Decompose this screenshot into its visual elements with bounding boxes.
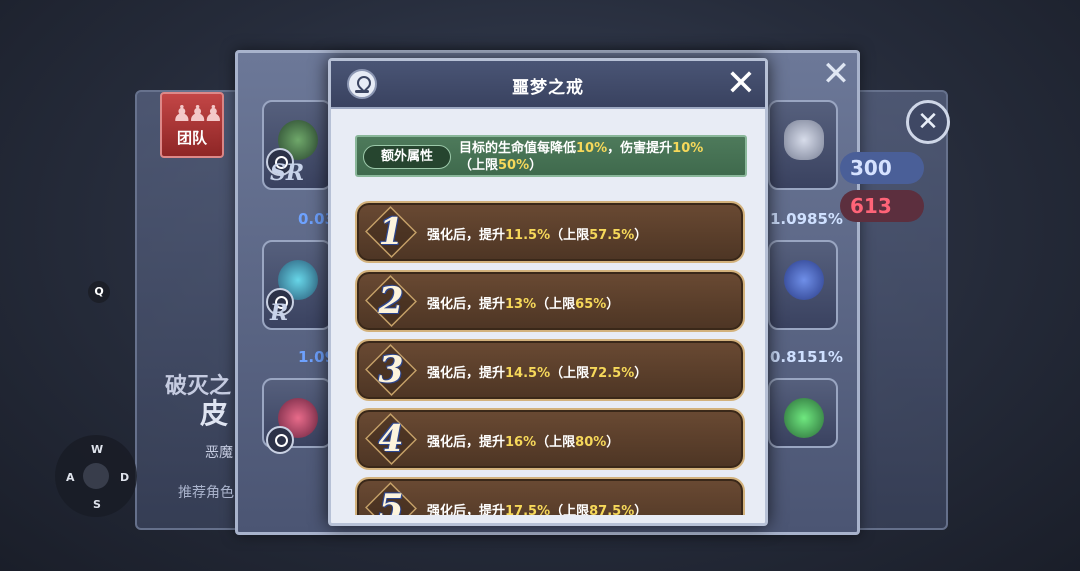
level-cap: 80%: [575, 435, 607, 450]
equipment-value: 1.0985%: [770, 210, 843, 228]
key-s-label: S: [93, 498, 101, 511]
equipment-panel-close-icon[interactable]: ✕: [818, 56, 854, 92]
level-cap-prefix: （上限: [550, 504, 590, 515]
item-detail-dialog: 噩梦之戒 ✕ 额外属性 目标的生命值每降低10%，伤害提升10% （上限50%）…: [328, 58, 768, 526]
stat-value-bottom: 613: [840, 190, 924, 222]
level-value: 16%: [505, 435, 537, 450]
extra-text-highlight: 50%: [498, 158, 530, 173]
enhance-level-row: 4 强化后，提升16%（上限80%）: [355, 408, 745, 470]
equipment-value: 0.8151%: [770, 348, 843, 366]
rarity-label: SR: [270, 160, 305, 186]
level-cap-suffix: ）: [606, 435, 620, 450]
level-description: 强化后，提升11.5%（上限57.5%）: [427, 224, 647, 243]
level-description: 强化后，提升17.5%（上限87.5%）: [427, 500, 647, 515]
recommended-character-button[interactable]: 推荐角色: [178, 482, 234, 502]
equipment-image: [784, 398, 824, 438]
level-description: 强化后，提升16%（上限80%）: [427, 431, 619, 450]
equipment-card[interactable]: [768, 378, 838, 448]
stat-value-top: 300: [840, 152, 924, 184]
level-cap-prefix: （上限: [536, 435, 576, 450]
background-close-icon[interactable]: ✕: [906, 100, 950, 144]
equipment-card[interactable]: [768, 100, 838, 190]
level-cap: 57.5%: [589, 228, 635, 243]
level-value: 11.5%: [505, 228, 551, 243]
level-cap-prefix: （上限: [536, 297, 576, 312]
extra-text-part: ，伤害提升: [607, 141, 673, 156]
enhance-level-row: 2 强化后，提升13%（上限65%）: [355, 270, 745, 332]
level-number: 3: [378, 349, 404, 391]
extra-attribute-text: 目标的生命值每降低10%，伤害提升10% （上限50%）: [459, 140, 741, 174]
equipment-card[interactable]: [768, 240, 838, 330]
extra-text-part: （上限: [459, 158, 499, 173]
enhance-level-row: 5 强化后，提升17.5%（上限87.5%）: [355, 477, 745, 515]
joystick-knob[interactable]: [83, 463, 109, 489]
level-cap-suffix: ）: [634, 504, 648, 515]
level-prefix: 强化后，提升: [427, 435, 506, 450]
key-q-hint[interactable]: Q: [88, 281, 110, 303]
level-cap: 72.5%: [589, 366, 635, 381]
level-value: 13%: [505, 297, 537, 312]
level-description: 强化后，提升13%（上限65%）: [427, 293, 619, 312]
level-prefix: 强化后，提升: [427, 228, 506, 243]
equipment-card[interactable]: [262, 378, 332, 454]
level-cap-suffix: ）: [606, 297, 620, 312]
equipment-image: [784, 120, 824, 160]
level-number: 2: [378, 280, 404, 322]
level-cap: 65%: [575, 297, 607, 312]
key-w-label: W: [91, 443, 104, 456]
team-badge[interactable]: ♟♟♟ 团队: [160, 92, 224, 158]
character-subtitle: 皮: [200, 397, 229, 430]
dialog-title: 噩梦之戒: [512, 78, 584, 98]
extra-text-part: 目标的生命值每降低: [459, 141, 577, 156]
dialog-header: 噩梦之戒 ✕: [331, 61, 765, 109]
enhance-level-row: 1 强化后，提升11.5%（上限57.5%）: [355, 201, 745, 263]
level-cap-prefix: （上限: [550, 228, 590, 243]
level-cap-suffix: ）: [634, 228, 648, 243]
extra-text-highlight: 10%: [672, 141, 704, 156]
extra-attribute-box: 额外属性 目标的生命值每降低10%，伤害提升10% （上限50%）: [355, 135, 747, 177]
level-value: 14.5%: [505, 366, 551, 381]
movement-joystick[interactable]: W A S D: [55, 435, 137, 517]
level-prefix: 强化后，提升: [427, 504, 506, 515]
level-number: 4: [378, 418, 404, 460]
level-number: 5: [378, 487, 404, 515]
extra-text-highlight: 10%: [576, 141, 608, 156]
extra-text-part: ）: [529, 158, 543, 173]
equipment-card-sr[interactable]: SR: [262, 100, 332, 190]
magnifier-icon[interactable]: [266, 426, 294, 454]
level-cap-prefix: （上限: [550, 366, 590, 381]
equipment-image: [784, 260, 824, 300]
level-prefix: 强化后，提升: [427, 366, 506, 381]
extra-attribute-tag: 额外属性: [363, 145, 451, 169]
rarity-label: R: [270, 300, 289, 326]
close-icon[interactable]: ✕: [723, 65, 759, 103]
level-number: 1: [378, 211, 404, 253]
character-tag: 恶魔: [205, 445, 233, 461]
team-label: 团队: [176, 129, 207, 147]
key-a-label: A: [66, 471, 75, 484]
level-prefix: 强化后，提升: [427, 297, 506, 312]
team-icon: ♟♟♟: [172, 102, 223, 127]
level-description: 强化后，提升14.5%（上限72.5%）: [427, 362, 647, 381]
enhance-level-row: 3 强化后，提升14.5%（上限72.5%）: [355, 339, 745, 401]
level-value: 17.5%: [505, 504, 551, 515]
equipment-card-r[interactable]: R: [262, 240, 332, 330]
level-cap: 87.5%: [589, 504, 635, 515]
key-d-label: D: [120, 471, 130, 484]
enhance-level-list[interactable]: 1 强化后，提升11.5%（上限57.5%） 2 强化后，提升13%（上限65%…: [351, 197, 751, 515]
level-cap-suffix: ）: [634, 366, 648, 381]
